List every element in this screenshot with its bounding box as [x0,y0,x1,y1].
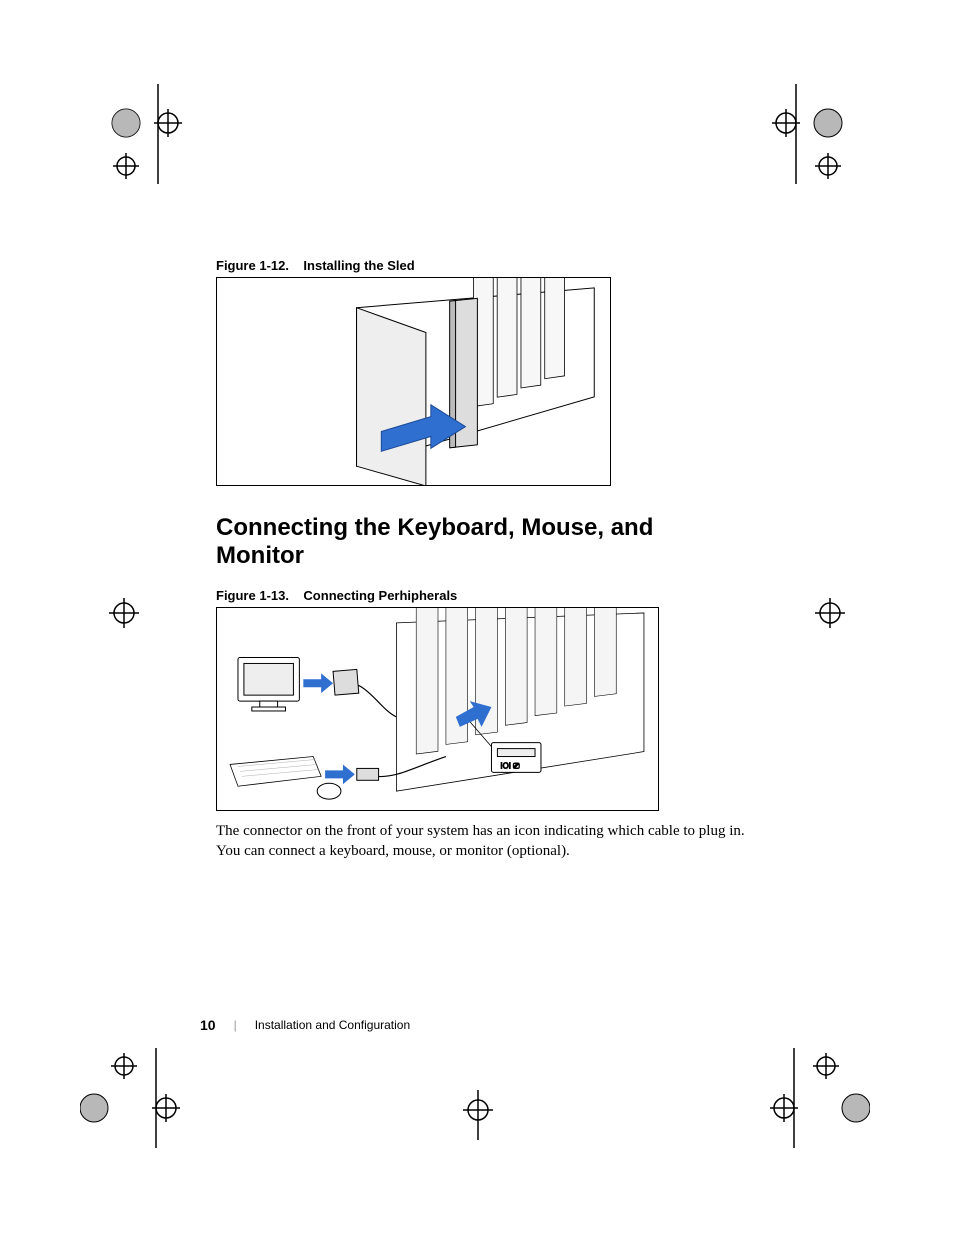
svg-text:IOI ⎚: IOI ⎚ [500,761,520,770]
registration-mark-bottom-left [80,1048,190,1148]
registration-mark-top-right [760,84,850,184]
figure-1-12-caption: Figure 1-12. Installing the Sled [216,258,746,273]
registration-mark-mid-left [104,598,144,628]
registration-mark-bottom-right [760,1048,870,1148]
figure-1-13-caption: Figure 1-13. Connecting Perhipherals [216,588,746,603]
body-paragraph: The connector on the front of your syste… [216,821,746,862]
page-content: Figure 1-12. Installing the Sled [216,258,746,862]
figure-1-13-label: Figure 1-13. [216,588,289,603]
registration-mark-top-left [104,84,194,184]
registration-mark-bottom-center [458,1090,498,1140]
page-number: 10 [200,1017,216,1033]
figure-1-12-illustration [216,277,611,486]
footer-section-title: Installation and Configuration [255,1018,410,1032]
figure-1-13-illustration: IOI ⎚ [216,607,659,811]
registration-mark-mid-right [810,598,850,628]
footer-divider: | [234,1018,237,1032]
figure-1-12-title: Installing the Sled [303,258,414,273]
figure-1-13-title: Connecting Perhipherals [303,588,457,603]
section-heading: Connecting the Keyboard, Mouse, and Moni… [216,514,746,570]
page-footer: 10 | Installation and Configuration [200,1017,410,1033]
figure-1-12-label: Figure 1-12. [216,258,289,273]
